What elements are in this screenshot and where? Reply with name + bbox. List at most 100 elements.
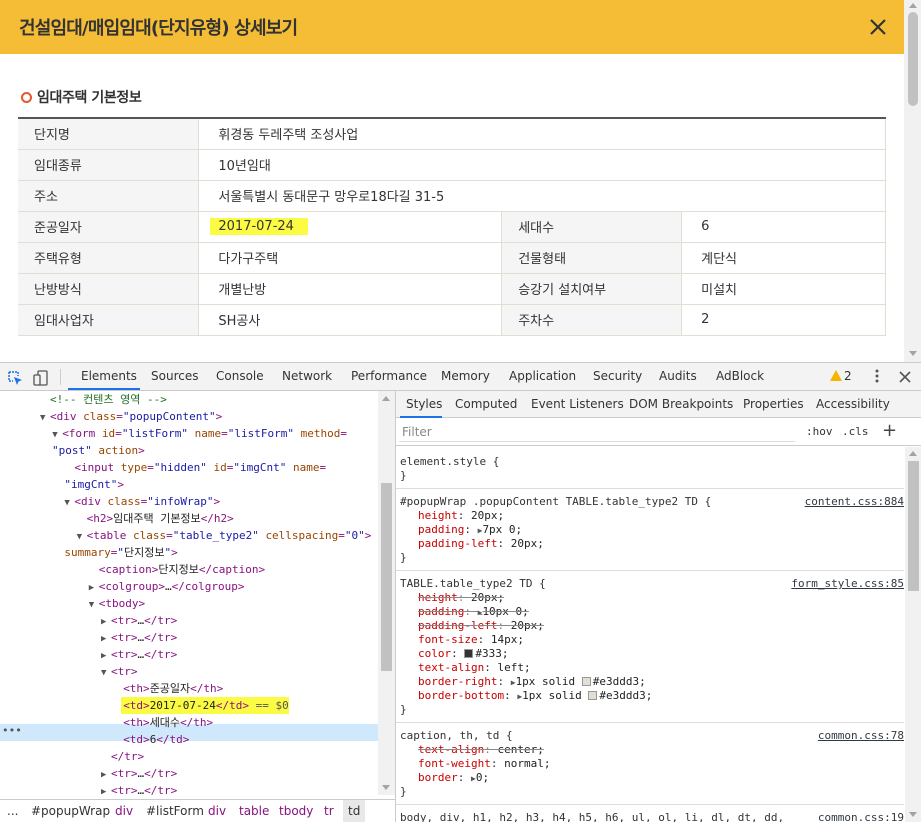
css-declaration[interactable]: font-weight: normal; bbox=[418, 757, 550, 771]
dom-node-selected[interactable]: <td>2017-07-24</td> == $0 bbox=[113, 697, 290, 714]
dom-node[interactable]: "imgCnt"> bbox=[64, 476, 124, 493]
tab-elements[interactable]: Elements bbox=[81, 369, 137, 383]
active-tab-underline bbox=[400, 416, 442, 418]
css-rule[interactable]: body, div, h1, h2, h3, h4, h5, h6, ul, o… bbox=[396, 805, 904, 822]
dom-node[interactable]: ▶ <colgroup>…</colgroup> bbox=[89, 578, 245, 595]
dom-node[interactable]: <input type="hidden" id="imgCnt" name= bbox=[64, 459, 326, 476]
tab-properties[interactable]: Properties bbox=[743, 397, 804, 411]
css-source-link[interactable]: form_style.css:85 bbox=[791, 577, 904, 590]
css-declaration[interactable]: border-right: ▶1px solid #e3ddd3; bbox=[418, 675, 646, 689]
dom-node[interactable]: ▶ <tr>…</tr> bbox=[101, 629, 177, 646]
add-rule-button[interactable]: + bbox=[882, 420, 897, 441]
tab-console[interactable]: Console bbox=[216, 369, 264, 383]
tab-security[interactable]: Security bbox=[593, 369, 642, 383]
warning-badge[interactable]: 2 bbox=[830, 369, 852, 383]
tab-event-listeners[interactable]: Event Listeners bbox=[531, 397, 624, 411]
tab-dom-breakpoints[interactable]: DOM Breakpoints bbox=[629, 397, 733, 411]
dom-node[interactable]: ▶ <tr>…</tr> bbox=[101, 612, 177, 629]
breadcrumb-div[interactable]: div bbox=[115, 804, 133, 818]
node-menu-dots[interactable]: ••• bbox=[2, 724, 22, 737]
scroll-down-arrow-icon[interactable] bbox=[909, 812, 917, 817]
color-swatch[interactable] bbox=[588, 691, 598, 700]
dom-tree[interactable]: ••• <!-- 컨텐츠 영역 --> ▼ <div class="popupCon… bbox=[0, 391, 395, 795]
css-declaration[interactable]: padding-left: 20px; bbox=[418, 537, 544, 551]
scroll-up-arrow-icon[interactable] bbox=[909, 451, 917, 456]
dom-node[interactable]: ▼ <tbody> bbox=[89, 595, 145, 612]
tab-memory[interactable]: Memory bbox=[441, 369, 490, 383]
tab-sources[interactable]: Sources bbox=[151, 369, 198, 383]
tab-styles[interactable]: Styles bbox=[406, 397, 442, 411]
inspect-element-icon[interactable] bbox=[7, 370, 23, 386]
css-declaration[interactable]: font-size: 14px; bbox=[418, 633, 524, 647]
css-source-link[interactable]: common.css:19 bbox=[818, 811, 904, 822]
breadcrumb-popupwrap[interactable]: #popupWrap bbox=[31, 804, 110, 818]
hover-state-toggle[interactable]: :hov bbox=[806, 425, 833, 438]
breadcrumb-td[interactable]: td bbox=[343, 800, 366, 822]
dom-node[interactable]: ▼ <div class="popupContent"> bbox=[40, 408, 222, 425]
dom-node[interactable]: ▶ <tr>…</tr> bbox=[101, 646, 177, 663]
dom-node[interactable]: <!-- 컨텐츠 영역 --> bbox=[40, 391, 167, 408]
dom-node[interactable]: ▼ <tr> bbox=[101, 663, 138, 680]
dom-node[interactable]: </tr> bbox=[101, 748, 144, 765]
scroll-down-arrow-icon[interactable] bbox=[909, 351, 917, 356]
css-declaration[interactable]: padding: ▶10px 0; bbox=[418, 605, 529, 619]
dom-node[interactable]: summary="단지정보"> bbox=[64, 544, 177, 561]
tab-adblock[interactable]: AdBlock bbox=[716, 369, 764, 383]
scroll-thumb[interactable] bbox=[908, 12, 918, 106]
css-declaration[interactable]: border: ▶0; bbox=[418, 771, 489, 785]
css-declaration[interactable]: color: #333; bbox=[418, 647, 509, 661]
css-rule[interactable]: #popupWrap .popupContent TABLE.table_typ… bbox=[396, 489, 904, 571]
color-swatch[interactable] bbox=[464, 649, 474, 658]
dom-node[interactable]: ▼ <form id="listForm" name="listForm" met… bbox=[52, 425, 347, 442]
dom-node[interactable]: <td>6</td> bbox=[113, 731, 189, 748]
close-devtools-icon[interactable] bbox=[898, 370, 912, 384]
css-declaration[interactable]: padding: ▶7px 0; bbox=[418, 523, 522, 537]
tab-application[interactable]: Application bbox=[509, 369, 576, 383]
color-swatch[interactable] bbox=[581, 677, 591, 686]
dom-node[interactable]: ▼ <table class="table_type2" cellspacing=… bbox=[77, 527, 372, 544]
dom-node[interactable]: ▼ <div class="infoWrap"> bbox=[64, 493, 220, 510]
css-declaration[interactable]: padding-left: 20px; bbox=[418, 619, 544, 633]
dom-node[interactable]: <h2>임대주택 기본정보</h2> bbox=[77, 510, 234, 527]
page-scrollbar[interactable] bbox=[904, 0, 921, 362]
tab-accessibility[interactable]: Accessibility bbox=[816, 397, 890, 411]
css-declaration[interactable]: height: 20px; bbox=[418, 591, 504, 605]
device-toolbar-icon[interactable] bbox=[33, 370, 49, 386]
dom-node[interactable]: "post" action> bbox=[52, 442, 145, 459]
dom-tree-scrollbar[interactable] bbox=[378, 391, 395, 795]
scroll-thumb[interactable] bbox=[381, 483, 392, 671]
css-declaration[interactable]: text-align: left; bbox=[418, 661, 531, 675]
styles-scrollbar[interactable] bbox=[905, 447, 921, 822]
css-source-link[interactable]: common.css:78 bbox=[818, 729, 904, 742]
tab-network[interactable]: Network bbox=[282, 369, 332, 383]
more-options-icon[interactable] bbox=[874, 368, 880, 384]
dom-node[interactable]: ▶ <tr>…</tr> bbox=[101, 782, 177, 795]
breadcrumb-table[interactable]: table bbox=[239, 804, 269, 818]
css-declaration[interactable]: text-align: center; bbox=[418, 743, 544, 757]
breadcrumb-tr[interactable]: tr bbox=[324, 804, 334, 818]
dom-node[interactable]: <th>세대수</th> bbox=[113, 714, 213, 731]
scroll-up-arrow-icon[interactable] bbox=[382, 396, 390, 401]
tab-audits[interactable]: Audits bbox=[659, 369, 697, 383]
styles-filter-input[interactable] bbox=[399, 423, 795, 442]
breadcrumb-div-2[interactable]: div bbox=[208, 804, 226, 818]
class-toggle[interactable]: .cls bbox=[842, 425, 869, 438]
css-declaration[interactable]: border-bottom: ▶1px solid #e3ddd3; bbox=[418, 689, 652, 703]
dom-node[interactable]: <th>준공일자</th> bbox=[113, 680, 223, 697]
breadcrumb-tbody[interactable]: tbody bbox=[279, 804, 313, 818]
css-rule[interactable]: caption, th, td {common.css:78 text-align… bbox=[396, 723, 904, 805]
close-icon[interactable] bbox=[866, 15, 890, 39]
scroll-thumb[interactable] bbox=[908, 461, 919, 591]
scroll-up-arrow-icon[interactable] bbox=[909, 3, 917, 8]
css-rule[interactable]: TABLE.table_type2 TD {form_style.css:85 h… bbox=[396, 571, 904, 723]
tab-computed[interactable]: Computed bbox=[455, 397, 517, 411]
css-source-link[interactable]: content.css:884 bbox=[805, 495, 904, 508]
breadcrumb-listform[interactable]: #listForm bbox=[146, 804, 204, 818]
css-rule[interactable]: element.style {} bbox=[396, 449, 904, 489]
dom-node[interactable]: <caption>단지정보</caption> bbox=[89, 561, 265, 578]
scroll-down-arrow-icon[interactable] bbox=[382, 785, 390, 790]
css-declaration[interactable]: height: 20px; bbox=[418, 509, 504, 523]
breadcrumb-ellipsis[interactable]: ... bbox=[7, 804, 18, 818]
tab-performance[interactable]: Performance bbox=[351, 369, 427, 383]
dom-node[interactable]: ▶ <tr>…</tr> bbox=[101, 765, 177, 782]
